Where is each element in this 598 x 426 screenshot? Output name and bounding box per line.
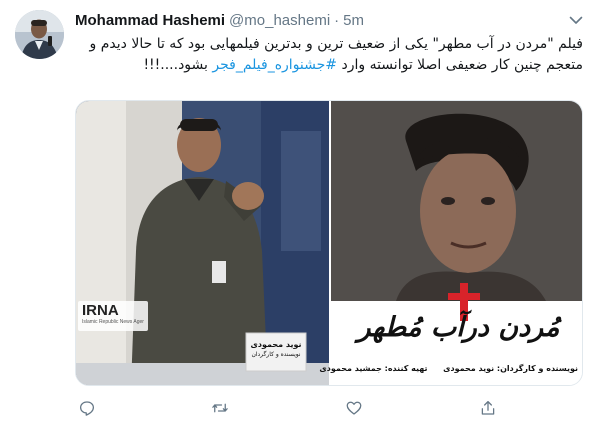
separator-dot: · [334,12,340,29]
retweet-button[interactable] [208,396,232,420]
chevron-down-icon [569,16,583,24]
tweet-media[interactable]: IRNA Islamic Republic News Agency نوید م… [75,100,583,386]
tweet-header: Mohammad Hashemi @mo_hashemi · 5m [75,12,364,30]
share-icon [481,400,495,415]
poster-title: مُردن درآب مُطهر [357,312,560,343]
tweet-actions [75,396,583,420]
avatar-image [15,10,64,59]
poster-credits: نویسنده و کارگردان: نوید محمودی تهیه کنن… [319,363,578,374]
tweet-timestamp[interactable]: 5m [343,12,364,29]
irna-watermark: IRNA Islamic Republic News Agency [78,301,148,331]
irna-logo-text: IRNA [82,302,119,319]
tweet-menu-button[interactable] [567,11,585,29]
tweet-text: فیلم "مردن در آب مطهر" یکی از ضعیف ترین … [75,34,583,76]
author-handle[interactable]: @mo_hashemi [229,12,330,29]
reply-icon [79,401,95,416]
hashtag-link[interactable]: #جشنواره_فیلم_فجر [212,57,337,73]
poster-credit-director: نویسنده و کارگردان: نوید محمودی [443,364,578,373]
irna-subtitle: Islamic Republic News Agency [82,319,144,325]
reply-button[interactable] [75,396,99,420]
retweet-icon [212,403,228,413]
tweet[interactable]: Mohammad Hashemi @mo_hashemi · 5m فیلم "… [0,0,598,426]
nameplate-role: نویسنده و کارگردان [251,351,301,358]
tweet-text-part2: بشود....!!! [143,57,213,73]
share-button[interactable] [476,396,500,420]
poster-credit-producer: تهیه کننده: جمشید محمودی [319,364,428,373]
nameplate-name: نوید محمودی [250,340,302,349]
avatar[interactable] [15,10,64,59]
like-icon [346,401,362,415]
nameplate: نوید محمودی نویسنده و کارگردان [246,339,306,359]
author-name[interactable]: Mohammad Hashemi [75,12,225,29]
like-button[interactable] [342,396,366,420]
